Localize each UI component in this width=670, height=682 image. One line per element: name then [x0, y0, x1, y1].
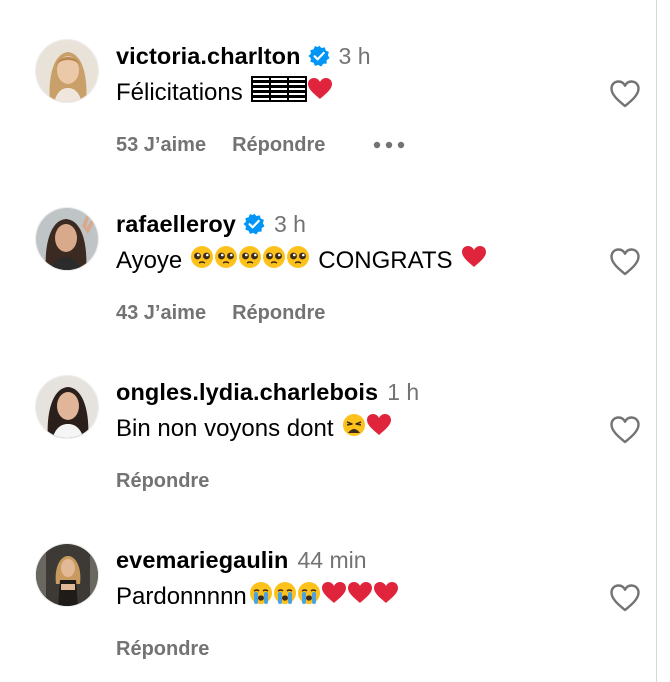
pleading-face-icon: [262, 245, 286, 278]
like-heart-icon[interactable]: [609, 583, 641, 613]
verified-badge-icon: [308, 45, 330, 67]
comment-actions: 43 J’aime Répondre: [116, 299, 325, 327]
comment-item: victoria.charlton 3 h Félicitations 53 J…: [0, 0, 656, 168]
timestamp[interactable]: 44 min: [298, 547, 367, 574]
loudly-crying-face-icon: [273, 581, 297, 614]
avatar[interactable]: [35, 39, 99, 103]
username[interactable]: victoria.charlton: [116, 43, 301, 70]
comment-header: rafaelleroy 3 h: [116, 208, 306, 240]
comment-body-start: Ayoye: [116, 247, 183, 274]
comments-panel: victoria.charlton 3 h Félicitations 53 J…: [0, 0, 656, 682]
reply-button[interactable]: Répondre: [116, 470, 209, 493]
flag-icon: [250, 75, 307, 111]
red-heart-icon: [321, 581, 347, 614]
comment-text: Pardonnnnn: [116, 581, 399, 613]
comment-body-end: CONGRATS: [318, 247, 453, 274]
comment-text: Félicitations: [116, 75, 333, 111]
red-heart-icon: [307, 77, 333, 110]
comment-text: Bin non voyons dont: [116, 413, 392, 445]
username[interactable]: evemariegaulin: [116, 547, 289, 574]
comment-item: ongles.lydia.charlebois 1 h Bin non voyo…: [0, 336, 656, 504]
pleading-face-icon: [286, 245, 310, 278]
comment-header: ongles.lydia.charlebois 1 h: [116, 376, 419, 408]
avatar[interactable]: [35, 543, 99, 607]
comment-actions: Répondre: [116, 467, 209, 495]
comment-header: victoria.charlton 3 h: [116, 40, 371, 72]
reply-button[interactable]: Répondre: [232, 302, 325, 325]
comment-header: evemariegaulin 44 min: [116, 544, 367, 576]
reply-button[interactable]: Répondre: [232, 134, 325, 157]
timestamp[interactable]: 3 h: [339, 43, 371, 70]
loudly-crying-face-icon: [249, 581, 273, 614]
likes-count[interactable]: 53 J’aime: [116, 134, 206, 157]
like-heart-icon[interactable]: [609, 79, 641, 109]
avatar[interactable]: [35, 375, 99, 439]
likes-count[interactable]: 43 J’aime: [116, 302, 206, 325]
comment-text: Ayoye CONGRATS: [116, 245, 487, 277]
pleading-face-icon: [214, 245, 238, 278]
comment-body: Bin non voyons dont: [116, 415, 334, 442]
red-heart-icon: [373, 581, 399, 614]
comment-actions: Répondre: [116, 635, 209, 663]
more-options-icon[interactable]: [373, 131, 405, 159]
panel-edge: [656, 0, 670, 682]
like-heart-icon[interactable]: [609, 247, 641, 277]
avatar[interactable]: [35, 207, 99, 271]
timestamp[interactable]: 3 h: [274, 211, 306, 238]
red-heart-icon: [461, 245, 487, 278]
red-heart-icon: [366, 413, 392, 446]
loudly-crying-face-icon: [297, 581, 321, 614]
reply-button[interactable]: Répondre: [116, 638, 209, 661]
red-heart-icon: [347, 581, 373, 614]
comment-body: Pardonnnnn: [116, 583, 247, 610]
pleading-face-icon: [238, 245, 262, 278]
verified-badge-icon: [243, 213, 265, 235]
comment-body: Félicitations: [116, 79, 243, 106]
like-heart-icon[interactable]: [609, 415, 641, 445]
username[interactable]: rafaelleroy: [116, 211, 236, 238]
weary-face-icon: [342, 413, 366, 446]
comment-item: evemariegaulin 44 min Pardonnnnn Répondr…: [0, 504, 656, 672]
pleading-face-icon: [190, 245, 214, 278]
comment-item: rafaelleroy 3 h Ayoye CONGRATS 43 J’aime…: [0, 168, 656, 336]
timestamp[interactable]: 1 h: [387, 379, 419, 406]
comment-actions: 53 J’aime Répondre: [116, 131, 405, 159]
username[interactable]: ongles.lydia.charlebois: [116, 379, 378, 406]
